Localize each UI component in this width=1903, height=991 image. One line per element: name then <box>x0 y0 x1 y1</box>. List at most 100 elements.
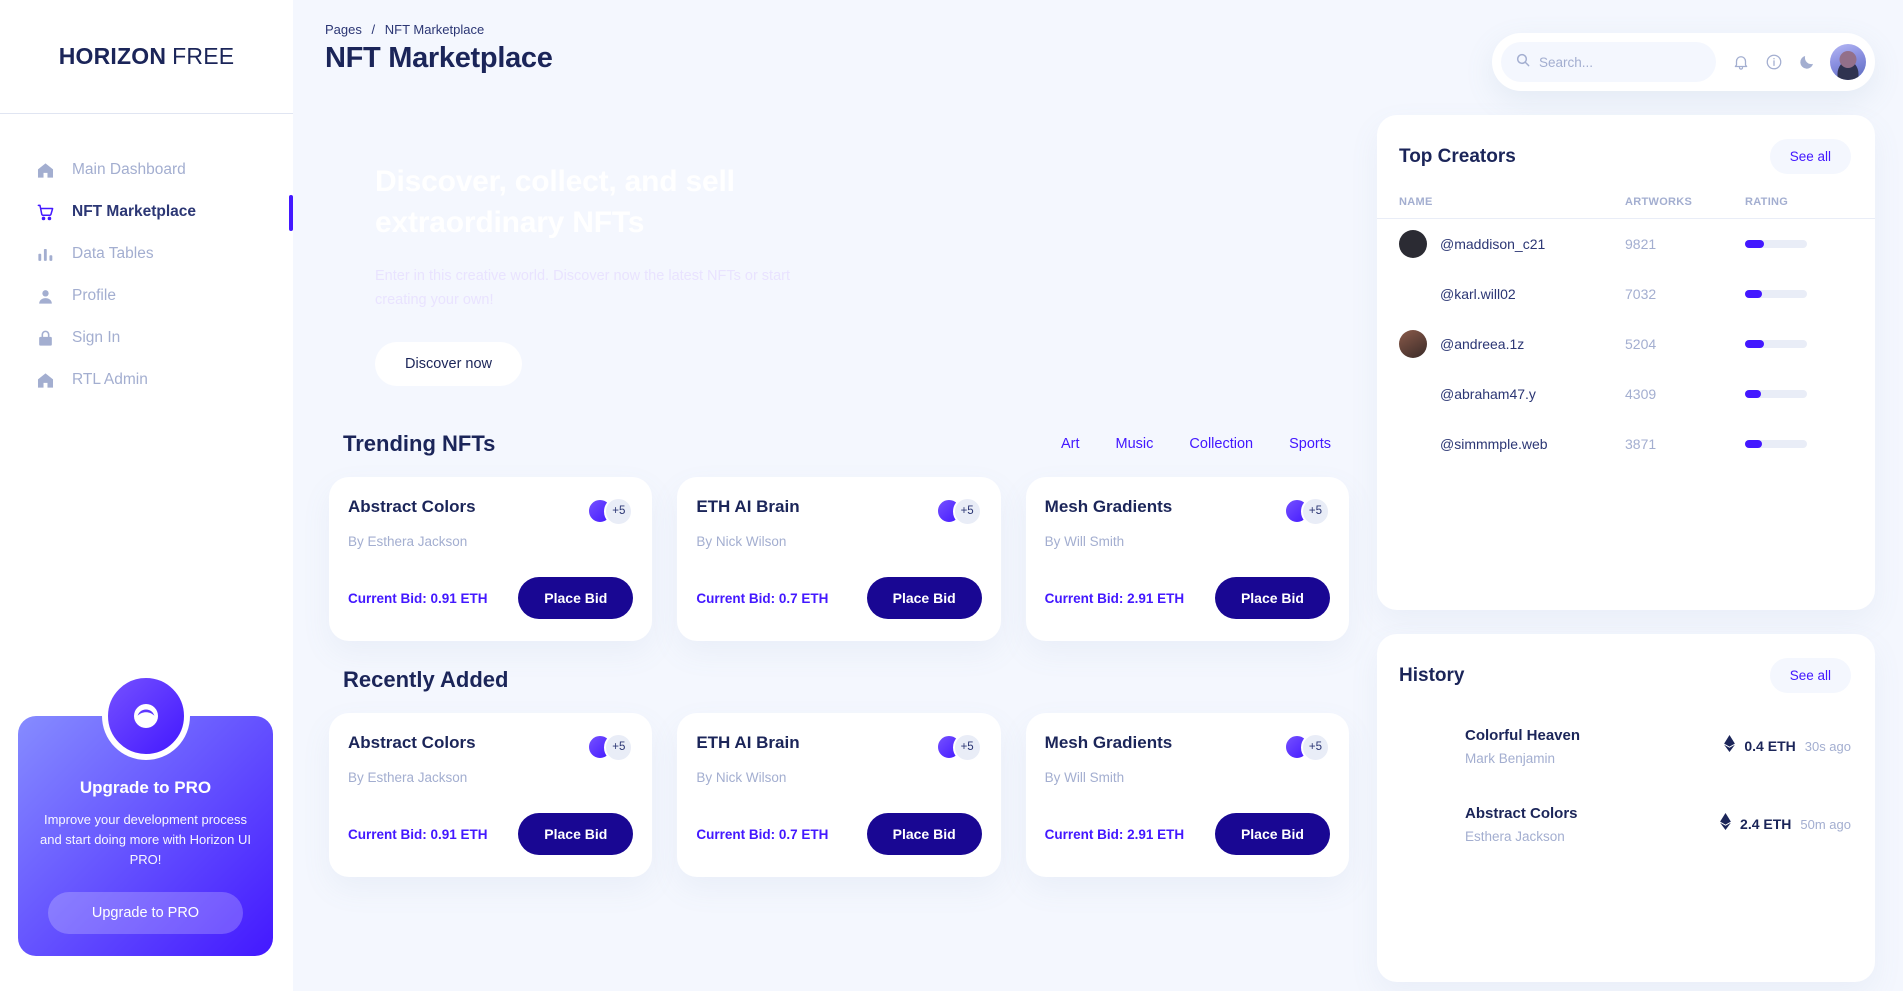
table-row[interactable]: @abraham47.y 4309 <box>1377 369 1875 419</box>
sidebar-item-label: NFT Marketplace <box>72 203 197 220</box>
hero-banner: Discover, collect, and sell extraordinar… <box>325 115 1353 405</box>
see-all-creators-button[interactable]: See all <box>1769 139 1851 174</box>
column-header-name: NAME <box>1377 188 1625 219</box>
nft-card[interactable]: ETH AI Brain +5 By Nick Wilson Current B… <box>677 477 1001 641</box>
tab-collection[interactable]: Collection <box>1189 436 1253 452</box>
search-box[interactable] <box>1501 42 1716 82</box>
history-item[interactable]: Abstract Colors Esthera Jackson 2.4 ETH … <box>1377 785 1875 863</box>
sidebar-item-label: Sign In <box>72 329 121 346</box>
main-content: Pages / NFT Marketplace NFT Marketplace <box>293 0 1903 991</box>
place-bid-button[interactable]: Place Bid <box>518 813 634 855</box>
sidebar-item-sign-in[interactable]: Sign In <box>0 317 293 359</box>
bell-icon[interactable] <box>1732 53 1750 71</box>
left-column: Discover, collect, and sell extraordinar… <box>325 115 1353 986</box>
ethereum-icon <box>1720 813 1731 835</box>
tab-sports[interactable]: Sports <box>1289 436 1331 452</box>
history-item-time: 50m ago <box>1800 816 1851 832</box>
place-bid-button[interactable]: Place Bid <box>518 577 634 619</box>
history-item-author: Esthera Jackson <box>1465 828 1565 844</box>
brand-bold: HORIZON <box>58 43 167 69</box>
upgrade-card-wrapper: Upgrade to PRO Improve your development … <box>18 672 273 956</box>
creator-name: @simmmple.web <box>1440 436 1548 452</box>
page-title: NFT Marketplace <box>325 42 553 74</box>
creator-artworks: 4309 <box>1625 386 1657 402</box>
breadcrumb: Pages / NFT Marketplace <box>325 22 553 37</box>
breadcrumb-separator: / <box>371 22 376 37</box>
table-header: NAME ARTWORKS RATING <box>1377 188 1875 219</box>
nft-author: By Will Smith <box>1044 770 1125 785</box>
nft-card[interactable]: Abstract Colors +5 By Esthera Jackson Cu… <box>329 477 653 641</box>
nft-card[interactable]: Mesh Gradients +5 By Will Smith Current … <box>1025 713 1349 877</box>
nft-card-header: Abstract Colors +5 <box>348 496 634 526</box>
table-row[interactable]: @andreea.1z 5204 <box>1377 319 1875 369</box>
upgrade-to-pro-button[interactable]: Upgrade to PRO <box>48 892 243 934</box>
nft-card[interactable]: ETH AI Brain +5 By Nick Wilson Current B… <box>677 713 1001 877</box>
brand-light: FREE <box>172 43 235 69</box>
history-thumbnail <box>1399 721 1449 771</box>
nft-card-header: ETH AI Brain +5 <box>696 496 982 526</box>
nft-author: By Esthera Jackson <box>348 770 468 785</box>
content-grid: Discover, collect, and sell extraordinar… <box>293 91 1903 986</box>
nft-current-bid: Current Bid: 2.91 ETH <box>1044 826 1185 842</box>
search-input[interactable] <box>1539 54 1699 70</box>
nft-title: Abstract Colors <box>348 497 476 516</box>
see-all-history-button[interactable]: See all <box>1769 658 1851 693</box>
nft-card-header: Mesh Gradients +5 <box>1045 732 1330 762</box>
trending-cards-row: Abstract Colors +5 By Esthera Jackson Cu… <box>325 477 1353 641</box>
nft-card-footer: Current Bid: 0.7 ETH Place Bid <box>696 577 982 619</box>
creator-artworks: 5204 <box>1625 336 1657 352</box>
discover-now-button[interactable]: Discover now <box>375 342 523 386</box>
nft-card[interactable]: Abstract Colors +5 By Esthera Jackson Cu… <box>329 713 653 877</box>
tab-music[interactable]: Music <box>1116 436 1154 452</box>
avatar[interactable] <box>1830 44 1866 80</box>
top-bar: Pages / NFT Marketplace NFT Marketplace <box>293 0 1903 91</box>
sidebar-item-nft-marketplace[interactable]: NFT Marketplace <box>0 191 293 233</box>
sidebar-item-data-tables[interactable]: Data Tables <box>0 233 293 275</box>
history-item-time: 30s ago <box>1804 738 1851 754</box>
bidder-avatar-group: +5 <box>935 496 982 526</box>
breadcrumb-parent[interactable]: Pages <box>325 22 362 37</box>
sidebar-item-main-dashboard[interactable]: Main Dashboard <box>0 149 293 191</box>
tab-art[interactable]: Art <box>1061 436 1080 452</box>
history-item-price-block: 2.4 ETH 50m ago <box>1720 813 1851 835</box>
app-root: HORIZON FREE Main Dashboard NFT Marketpla… <box>0 0 1903 991</box>
bidder-avatar-group: +5 <box>587 732 634 762</box>
creator-artworks: 7032 <box>1625 286 1657 302</box>
info-icon[interactable] <box>1765 53 1783 71</box>
table-row[interactable]: @karl.will02 7032 <box>1377 269 1875 319</box>
sidebar-item-profile[interactable]: Profile <box>0 275 293 317</box>
extra-bidders-badge: +5 <box>604 732 634 762</box>
nft-current-bid: Current Bid: 2.91 ETH <box>1044 590 1185 606</box>
history-panel: History See all Colorful Heaven Mark Ben… <box>1377 634 1875 982</box>
nft-title: Abstract Colors <box>348 733 476 752</box>
top-creators-header: Top Creators See all <box>1377 115 1875 188</box>
bidder-avatar-group: +5 <box>1283 732 1330 762</box>
breadcrumb-current[interactable]: NFT Marketplace <box>385 22 484 37</box>
column-header-artworks: ARTWORKS <box>1625 188 1745 219</box>
top-bar-icon-group <box>1732 53 1816 71</box>
nft-author: By Nick Wilson <box>696 534 787 549</box>
creator-name: @andreea.1z <box>1440 336 1525 352</box>
table-body: @maddison_c21 9821 @karl.will02 7032 @an… <box>1377 219 1875 470</box>
top-bar-actions <box>1492 33 1875 91</box>
history-item[interactable]: Colorful Heaven Mark Benjamin 0.4 ETH 30… <box>1377 707 1875 785</box>
place-bid-button[interactable]: Place Bid <box>1214 577 1330 619</box>
history-header: History See all <box>1377 634 1875 707</box>
nft-card[interactable]: Mesh Gradients +5 By Will Smith Current … <box>1025 477 1349 641</box>
sidebar-item-rtl-admin[interactable]: RTL Admin <box>0 359 293 401</box>
moon-icon[interactable] <box>1798 53 1816 71</box>
nft-title: ETH AI Brain <box>696 497 800 516</box>
brand-logo: HORIZON FREE <box>0 0 293 113</box>
nft-card-footer: Current Bid: 0.7 ETH Place Bid <box>696 813 982 855</box>
home-icon <box>34 159 56 181</box>
place-bid-button[interactable]: Place Bid <box>866 813 982 855</box>
table-row[interactable]: @simmmple.web 3871 <box>1377 419 1875 469</box>
history-item-name: Abstract Colors <box>1465 804 1578 822</box>
place-bid-button[interactable]: Place Bid <box>866 577 982 619</box>
nft-card-footer: Current Bid: 0.91 ETH Place Bid <box>348 577 634 619</box>
nft-title: ETH AI Brain <box>696 733 800 752</box>
creator-name: @maddison_c21 <box>1440 236 1546 252</box>
place-bid-button[interactable]: Place Bid <box>1214 813 1330 855</box>
bidder-avatar-group: +5 <box>587 496 634 526</box>
table-row[interactable]: @maddison_c21 9821 <box>1377 219 1875 270</box>
